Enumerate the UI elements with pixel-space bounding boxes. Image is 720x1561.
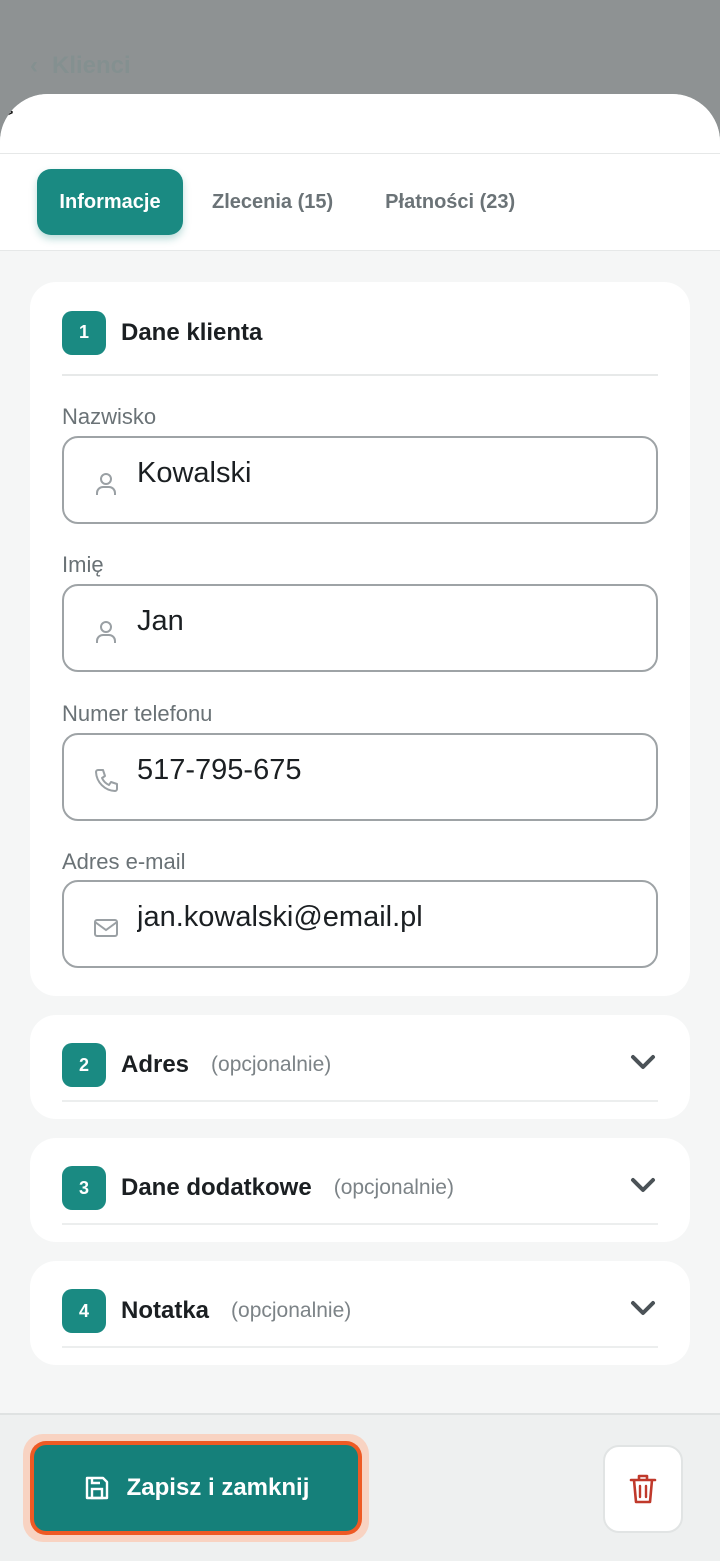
- name-input[interactable]: [137, 586, 637, 670]
- address-header-content: 2 Adres (opcjonalnie): [62, 1043, 331, 1087]
- surname-label: Nazwisko: [62, 404, 157, 429]
- note-card[interactable]: 4 Notatka (opcjonalnie): [30, 1261, 690, 1365]
- floppy-disk-icon: [85, 1476, 108, 1500]
- save-button-content: Zapisz i zamknij: [34, 1445, 358, 1531]
- back-link-label: Klienci: [52, 52, 131, 79]
- save-button-label: Zapisz i zamknij: [126, 1474, 310, 1501]
- phone-label: Numer telefonu: [62, 701, 213, 726]
- section-title: Adres: [121, 1051, 190, 1078]
- address-card[interactable]: 2 Adres (opcjonalnie): [30, 1015, 690, 1119]
- extra-data-header: 3 Dane dodatkowe (opcjonalnie): [62, 1165, 658, 1225]
- step-badge: 3: [62, 1166, 106, 1210]
- tab-bar: Informacje Zlecenia (15) Płatności (23): [0, 154, 720, 251]
- section-title: Notatka: [121, 1297, 210, 1324]
- chevron-left-icon: ‹: [30, 52, 38, 79]
- surname-input[interactable]: [137, 438, 637, 522]
- name-field[interactable]: [62, 584, 658, 672]
- tab-zlecenia[interactable]: Zlecenia (15): [190, 169, 355, 235]
- step-badge: 1: [62, 310, 106, 355]
- phone-input[interactable]: [137, 735, 637, 819]
- chevron-down-icon[interactable]: [630, 1176, 656, 1194]
- user-icon: [96, 621, 116, 643]
- chevron-down-icon[interactable]: [630, 1053, 656, 1071]
- stray-glyph: >: [2, 102, 14, 124]
- step-badge: 4: [62, 1289, 106, 1333]
- tab-informacje[interactable]: Informacje: [37, 169, 183, 235]
- extra-data-header-content: 3 Dane dodatkowe (opcjonalnie): [62, 1166, 454, 1210]
- client-data-card: 1 Dane klienta Nazwisko Imię Numer telef…: [30, 282, 690, 996]
- optional-label: (opcjonalnie): [231, 1299, 352, 1322]
- email-label: Adres e-mail: [62, 849, 186, 874]
- optional-label: (opcjonalnie): [333, 1176, 454, 1199]
- back-link: ‹ Klienci: [30, 52, 131, 80]
- extra-data-card[interactable]: 3 Dane dodatkowe (opcjonalnie): [30, 1138, 690, 1242]
- mail-icon: [94, 919, 118, 937]
- phone-field[interactable]: [62, 733, 658, 821]
- address-header: 2 Adres (opcjonalnie): [62, 1042, 658, 1102]
- user-icon: [96, 473, 116, 495]
- email-input[interactable]: [137, 882, 637, 966]
- step-badge: 2: [62, 1043, 106, 1087]
- delete-button[interactable]: [603, 1445, 683, 1533]
- chevron-down-icon[interactable]: [630, 1299, 656, 1317]
- tab-platnosci[interactable]: Płatności (23): [363, 169, 537, 235]
- footer-bar: Zapisz i zamknij: [0, 1413, 720, 1561]
- optional-label: (opcjonalnie): [211, 1053, 332, 1076]
- note-header-content: 4 Notatka (opcjonalnie): [62, 1289, 351, 1333]
- section-title: Dane klienta: [121, 318, 263, 346]
- bottom-sheet: > Informacje Zlecenia (15) Płatności (23…: [0, 94, 720, 1561]
- trash-icon: [629, 1474, 657, 1504]
- email-field[interactable]: [62, 880, 658, 968]
- sheet-handle-area: >: [0, 94, 720, 154]
- client-data-header: 1 Dane klienta: [62, 310, 658, 376]
- surname-field[interactable]: [62, 436, 658, 524]
- phone-icon: [95, 769, 118, 792]
- note-header: 4 Notatka (opcjonalnie): [62, 1288, 658, 1348]
- section-title: Dane dodatkowe: [121, 1174, 312, 1201]
- name-label: Imię: [62, 552, 104, 577]
- save-and-close-button[interactable]: Zapisz i zamknij: [30, 1441, 362, 1535]
